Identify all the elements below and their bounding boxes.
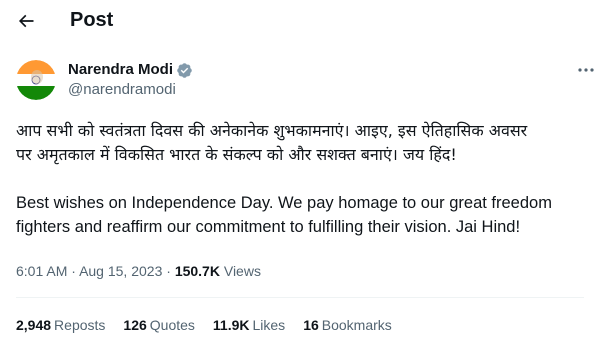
likes-count: 11.9K xyxy=(212,317,250,333)
quotes-label: Quotes xyxy=(149,317,195,333)
tweet-time[interactable]: 6:01 AM xyxy=(16,263,67,279)
tweet-hindi-line-1: आप सभी को स्वतंत्रता दिवस की अनेकानेक शु… xyxy=(16,121,528,140)
bookmarks-label: Bookmarks xyxy=(321,317,392,333)
author-display-name[interactable]: Narendra Modi xyxy=(68,61,173,79)
bookmarks-stat[interactable]: 16 Bookmarks xyxy=(303,316,392,334)
header-bar: Post xyxy=(0,0,600,42)
avatar[interactable] xyxy=(16,60,56,100)
reposts-stat[interactable]: 2,948 Reposts xyxy=(16,316,105,334)
views-label: Views xyxy=(223,263,261,279)
views-count: 150.7K xyxy=(174,263,220,279)
quotes-stat[interactable]: 126 Quotes xyxy=(123,316,195,334)
tweet-hindi-line-2: पर अमृतकाल में विकसित भारत के संकल्प को … xyxy=(16,145,457,164)
likes-label: Likes xyxy=(252,317,286,333)
meta-separator: · xyxy=(71,263,76,279)
engagement-stats: 2,948 Reposts 126 Quotes 11.9K Likes 16 Book… xyxy=(16,316,410,334)
quotes-count: 126 xyxy=(123,317,147,333)
author-handle[interactable]: @narendramodi xyxy=(68,81,176,99)
more-horizontal-icon xyxy=(578,68,594,72)
arrow-left-icon xyxy=(18,14,34,28)
tweet-english-line-1: Best wishes on Independence Day. We pay … xyxy=(16,194,552,212)
bookmarks-count: 16 xyxy=(303,317,319,333)
reposts-count: 2,948 xyxy=(16,317,52,333)
tweet-text: आप सभी को स्वतंत्रता दिवस की अनेकानेक शु… xyxy=(16,119,590,239)
likes-stat[interactable]: 11.9K Likes xyxy=(213,316,285,334)
divider xyxy=(16,297,584,298)
back-button[interactable] xyxy=(14,9,38,33)
tweet-meta: 6:01 AM · Aug 15, 2023 · 150.7K Views xyxy=(16,262,261,280)
reposts-label: Reposts xyxy=(54,317,106,333)
meta-separator-2: · xyxy=(166,263,171,279)
tweet-date[interactable]: Aug 15, 2023 xyxy=(79,263,162,279)
page-title: Post xyxy=(70,9,114,31)
more-options-button[interactable] xyxy=(574,60,598,80)
verified-badge-icon xyxy=(176,62,193,79)
tweet-english-line-2: fighters and reaffirm our commitment to … xyxy=(16,218,521,236)
avatar-image xyxy=(16,60,56,100)
author-name-row: Narendra Modi xyxy=(68,61,193,79)
